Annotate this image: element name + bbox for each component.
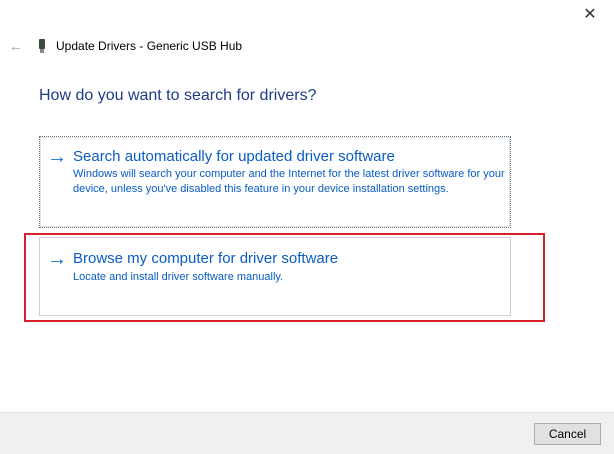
window-title: Update Drivers - Generic USB Hub — [56, 39, 243, 53]
back-arrow-icon[interactable]: ← — [8, 38, 24, 54]
close-icon[interactable]: ✕ — [578, 4, 602, 26]
title-bar: ← Update Drivers - Generic USB Hub — [8, 36, 242, 56]
option-title: Browse my computer for driver software — [73, 250, 339, 267]
option-description: Windows will search your computer and th… — [73, 168, 505, 195]
option-title: Search automatically for updated driver … — [73, 148, 395, 165]
page-heading: How do you want to search for drivers? — [39, 87, 317, 104]
cancel-button[interactable]: Cancel — [534, 423, 601, 445]
update-drivers-window: ✕ ← Update Drivers - Generic USB Hub How… — [0, 0, 614, 454]
browse-computer-option[interactable]: → Browse my computer for driver software… — [39, 237, 511, 316]
right-arrow-icon: → — [47, 146, 67, 168]
search-automatically-option[interactable]: → Search automatically for updated drive… — [39, 136, 511, 228]
footer-bar: Cancel — [0, 412, 614, 454]
right-arrow-icon: → — [47, 248, 67, 270]
usb-device-icon — [38, 39, 46, 53]
option-description: Locate and install driver software manua… — [73, 271, 284, 283]
